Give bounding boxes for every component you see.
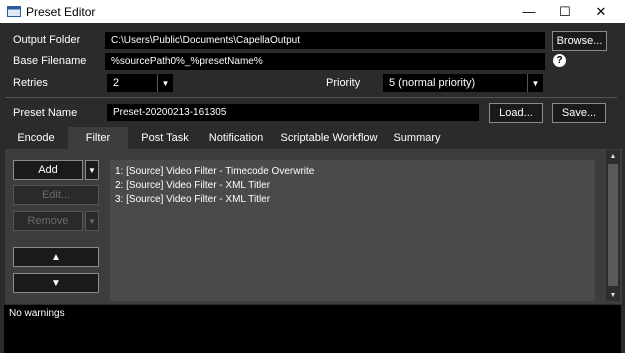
add-dropdown-button[interactable]: ▼ [85,160,99,180]
minimize-button[interactable]: — [511,0,547,23]
chevron-down-icon: ▼ [157,74,173,92]
list-item[interactable]: 2: [Source] Video Filter - XML Titler [115,180,270,191]
list-item[interactable]: 3: [Source] Video Filter - XML Titler [115,194,270,205]
base-filename-label: Base Filename [13,55,87,67]
load-button[interactable]: Load... [489,103,543,123]
tab-summary[interactable]: Summary [386,127,448,149]
list-item[interactable]: 1: [Source] Video Filter - Timecode Over… [115,166,314,177]
preset-name-field[interactable]: Preset-20200213-161305 [107,104,479,121]
move-up-button[interactable]: ▲ [13,247,99,267]
priority-label: Priority [326,77,361,89]
tab-filter[interactable]: Filter [68,127,128,149]
add-filter-button[interactable]: Add [13,160,83,180]
arrow-up-icon: ▲ [51,251,61,263]
tab-notification[interactable]: Notification [200,127,272,149]
tab-encode[interactable]: Encode [6,127,66,149]
chevron-down-icon: ▼ [527,74,543,92]
edit-filter-button[interactable]: Edit... [13,185,99,205]
chevron-down-icon: ▼ [88,165,96,175]
scroll-up-icon[interactable]: ▲ [606,150,620,162]
warnings-box: No warnings [4,305,621,353]
maximize-button[interactable]: ☐ [547,0,583,23]
browse-button[interactable]: Browse... [552,31,607,51]
title-bar: Preset Editor — ☐ ✕ [0,0,625,23]
save-button[interactable]: Save... [552,103,606,123]
scroll-thumb[interactable] [608,164,618,286]
output-folder-field[interactable]: C:\Users\Public\Documents\CapellaOutput [105,32,545,49]
preset-name-label: Preset Name [13,107,78,119]
tab-post-task[interactable]: Post Task [132,127,198,149]
help-icon[interactable]: ? [553,54,566,67]
priority-value: 5 (normal priority) [389,77,476,89]
divider [5,97,617,98]
move-down-button[interactable]: ▼ [13,273,99,293]
warnings-text: No warnings [9,308,65,319]
app-icon [7,6,21,17]
chevron-down-icon: ▼ [88,216,96,226]
filter-list[interactable]: 1: [Source] Video Filter - Timecode Over… [110,160,595,301]
tab-scriptable-workflow[interactable]: Scriptable Workflow [276,127,382,149]
retries-label: Retries [13,77,48,89]
close-button[interactable]: ✕ [583,0,619,23]
scroll-down-icon[interactable]: ▼ [606,289,620,301]
remove-dropdown-button[interactable]: ▼ [85,211,99,231]
retries-dropdown[interactable]: 2 ▼ [107,74,173,92]
base-filename-field[interactable]: %sourcePath0%_%presetName% [105,53,545,70]
retries-value: 2 [113,77,120,89]
remove-filter-button[interactable]: Remove [13,211,83,231]
window-title: Preset Editor [26,5,96,19]
output-folder-label: Output Folder [13,34,81,46]
priority-dropdown[interactable]: 5 (normal priority) ▼ [383,74,543,92]
arrow-down-icon: ▼ [51,277,61,289]
panel-scrollbar[interactable]: ▲ ▼ [606,150,620,301]
